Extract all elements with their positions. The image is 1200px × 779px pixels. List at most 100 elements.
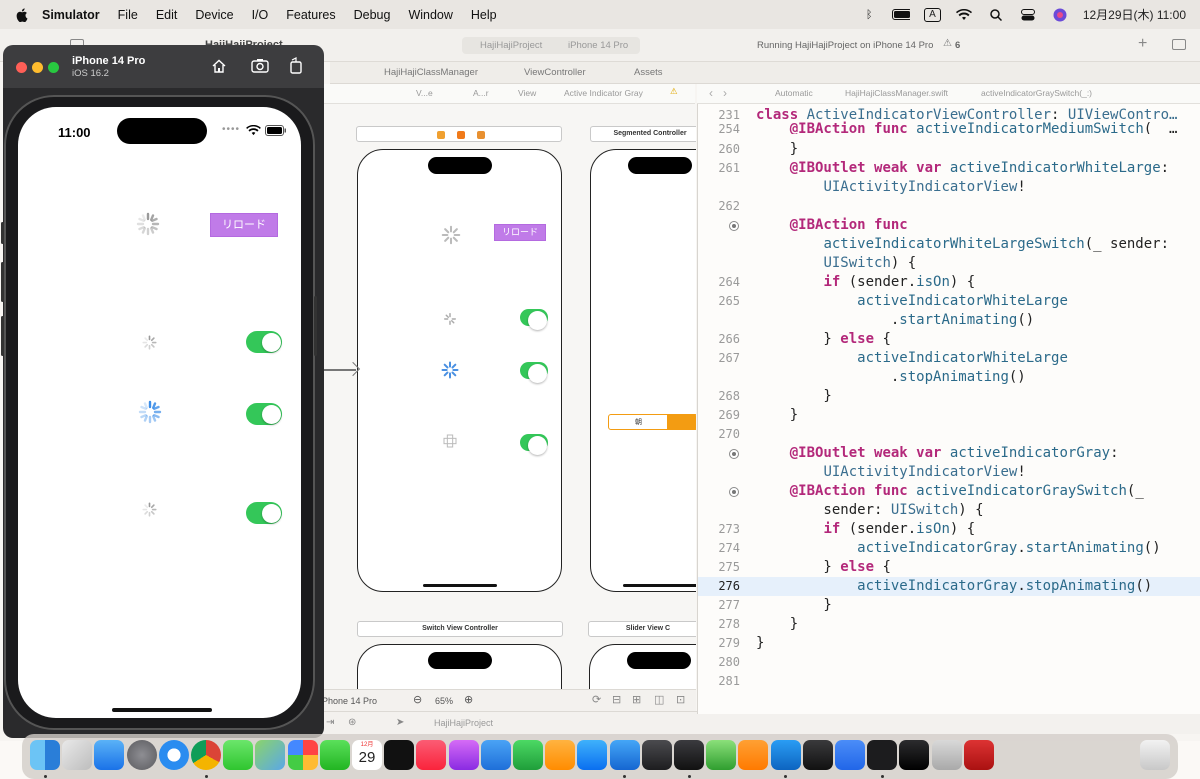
tab-haji-class-manager[interactable]: HajiHajiClassManager [384, 67, 478, 78]
code-line[interactable]: 266 } else { [698, 330, 1200, 349]
dock-xcode-alt-icon[interactable] [899, 740, 930, 770]
battery-icon[interactable] [892, 9, 911, 21]
switch-white-large-indicator[interactable] [246, 403, 282, 425]
code-line[interactable]: 274 activeIndicatorGray.startAnimating() [698, 539, 1200, 558]
menu-debug[interactable]: Debug [354, 8, 391, 22]
simulator-title-bar[interactable]: iPhone 14 Pro iOS 16.2 [3, 45, 324, 88]
dock-facetime-icon[interactable] [319, 740, 350, 770]
spotlight-search-icon[interactable] [987, 8, 1005, 21]
action-connection-icon[interactable] [729, 487, 739, 497]
segment-morning[interactable]: 朝 [635, 417, 642, 427]
menu-features[interactable]: Features [286, 8, 335, 22]
dock-xcode-icon[interactable] [609, 740, 640, 770]
scene-spinner-gray-large-icon[interactable] [440, 224, 462, 246]
dock-coteditor-icon[interactable] [706, 740, 737, 770]
home-indicator[interactable] [112, 708, 212, 712]
wifi-icon[interactable] [955, 8, 973, 21]
rotate-icon[interactable] [288, 57, 304, 74]
code-jump-method[interactable]: activeIndicatorGraySwitch(_:) [981, 88, 1092, 98]
dock-vscode-icon[interactable] [770, 740, 801, 770]
control-center-icon[interactable] [1019, 8, 1037, 21]
zoom-level[interactable]: 65% [435, 696, 453, 706]
dock-keynote-icon[interactable] [480, 740, 511, 770]
scheme-selector[interactable]: HajiHajiProject iPhone 14 Pro [462, 37, 640, 54]
dock-app-store-icon[interactable] [577, 740, 608, 770]
zoom-out-icon[interactable]: ⊖ [413, 693, 422, 706]
code-line[interactable]: sender: UISwitch) { [698, 501, 1200, 520]
code-line[interactable]: .startAnimating() [698, 311, 1200, 330]
code-line[interactable]: 264 if (sender.isOn) { [698, 273, 1200, 292]
close-window-icon[interactable] [16, 62, 27, 73]
scene-spinner-blue-icon[interactable] [440, 360, 460, 380]
add-constraints-icon[interactable]: ⊞ [632, 693, 641, 706]
segmented-controller-scene[interactable] [590, 149, 696, 592]
minimize-window-icon[interactable] [32, 62, 43, 73]
resolve-issues-icon[interactable]: ◫ [654, 693, 664, 706]
dock-trash-icon[interactable] [1140, 740, 1170, 770]
slider-view-controller-scene[interactable] [589, 644, 696, 689]
screenshot-icon[interactable] [251, 58, 269, 73]
code-line[interactable]: .stopAnimating() [698, 368, 1200, 387]
scene-spinner-medium-icon[interactable] [443, 312, 457, 326]
zoom-window-icon[interactable] [48, 62, 59, 73]
dock-system-settings-icon[interactable] [126, 740, 157, 770]
active-indicator-scene[interactable]: リロード [357, 149, 562, 592]
embed-icon[interactable]: ⊡ [676, 693, 685, 706]
dock-music-icon[interactable] [416, 740, 447, 770]
dock-zoom-icon[interactable] [835, 740, 865, 770]
view-controller-icon[interactable] [457, 131, 465, 139]
dock-mail-icon[interactable] [94, 740, 125, 770]
switch-view-controller-label[interactable]: Switch View Controller [357, 621, 563, 637]
scheme-device[interactable]: iPhone 14 Pro [568, 37, 628, 54]
dock-safari-icon[interactable] [158, 740, 189, 770]
dock-photos-icon[interactable] [287, 740, 318, 770]
forward-chevron-icon[interactable]: › [723, 86, 727, 100]
menu-help[interactable]: Help [471, 8, 497, 22]
canvas-device-selector[interactable]: iPhone 14 Pro [320, 696, 377, 706]
dock-messages-icon[interactable] [223, 740, 254, 770]
back-chevron-icon[interactable]: ‹ [709, 86, 713, 100]
code-jump-file[interactable]: HajiHajiClassManager.swift [845, 88, 948, 98]
menu-file[interactable]: File [118, 8, 138, 22]
code-line[interactable]: 280 [698, 653, 1200, 672]
reload-button[interactable]: リロード [210, 213, 278, 237]
add-icon[interactable]: + [1138, 35, 1147, 53]
code-line[interactable]: 279} [698, 634, 1200, 653]
code-line[interactable]: 260 } [698, 140, 1200, 159]
dock-kana-dict-icon[interactable] [963, 740, 994, 770]
exit-icon[interactable] [477, 131, 485, 139]
code-jump-automatic[interactable]: Automatic [775, 88, 813, 98]
code-line[interactable]: 254 @IBAction func activeIndicatorMedium… [698, 120, 1200, 134]
home-icon[interactable] [211, 58, 227, 74]
code-line[interactable]: 265 activeIndicatorWhiteLarge [698, 292, 1200, 311]
code-line[interactable]: 281 [698, 672, 1200, 691]
jump-warning-icon[interactable]: ⚠ [670, 86, 678, 97]
dock-tv-icon[interactable] [384, 740, 415, 770]
code-line[interactable]: 268 } [698, 387, 1200, 406]
bluetooth-icon[interactable]: ᛒ [860, 9, 878, 21]
dock-numbers-icon[interactable] [513, 740, 543, 770]
align-icon[interactable]: ⊟ [612, 693, 621, 706]
view-debugger-icon[interactable]: ⊛ [348, 717, 356, 728]
dock-maps-icon[interactable] [255, 740, 286, 770]
menu-io[interactable]: I/O [252, 8, 269, 22]
scene-switch-gray[interactable] [520, 434, 548, 455]
code-line[interactable]: 277 } [698, 596, 1200, 615]
dock-simulator-icon[interactable] [674, 740, 704, 770]
scene-reload-button[interactable]: リロード [494, 224, 546, 241]
code-line[interactable]: 267 activeIndicatorWhiteLarge [698, 349, 1200, 368]
code-line[interactable]: 261 @IBOutlet weak var activeIndicatorWh… [698, 159, 1200, 178]
code-line[interactable]: 273 if (sender.isOn) { [698, 520, 1200, 539]
code-line[interactable]: 270 [698, 425, 1200, 444]
dock-chrome-icon[interactable] [191, 740, 221, 770]
code-line[interactable]: UISwitch) { [698, 254, 1200, 273]
code-editor[interactable]: 231 class ActiveIndicatorViewController: … [697, 104, 1200, 714]
warning-icon[interactable]: ⚠ [943, 38, 952, 49]
dock-dev-tool-icon[interactable] [802, 740, 833, 770]
code-line[interactable]: 275 } else { [698, 558, 1200, 577]
inspector-toggle-icon[interactable] [1172, 39, 1186, 50]
code-line-current[interactable]: 276 activeIndicatorGray.stopAnimating() [698, 577, 1200, 596]
jump-item-a-r[interactable]: A...r [473, 88, 489, 98]
storyboard-canvas[interactable]: リロード Segmented Controller 朝 Switch View … [318, 104, 696, 689]
scene-spinner-gray-icon[interactable] [442, 433, 458, 449]
